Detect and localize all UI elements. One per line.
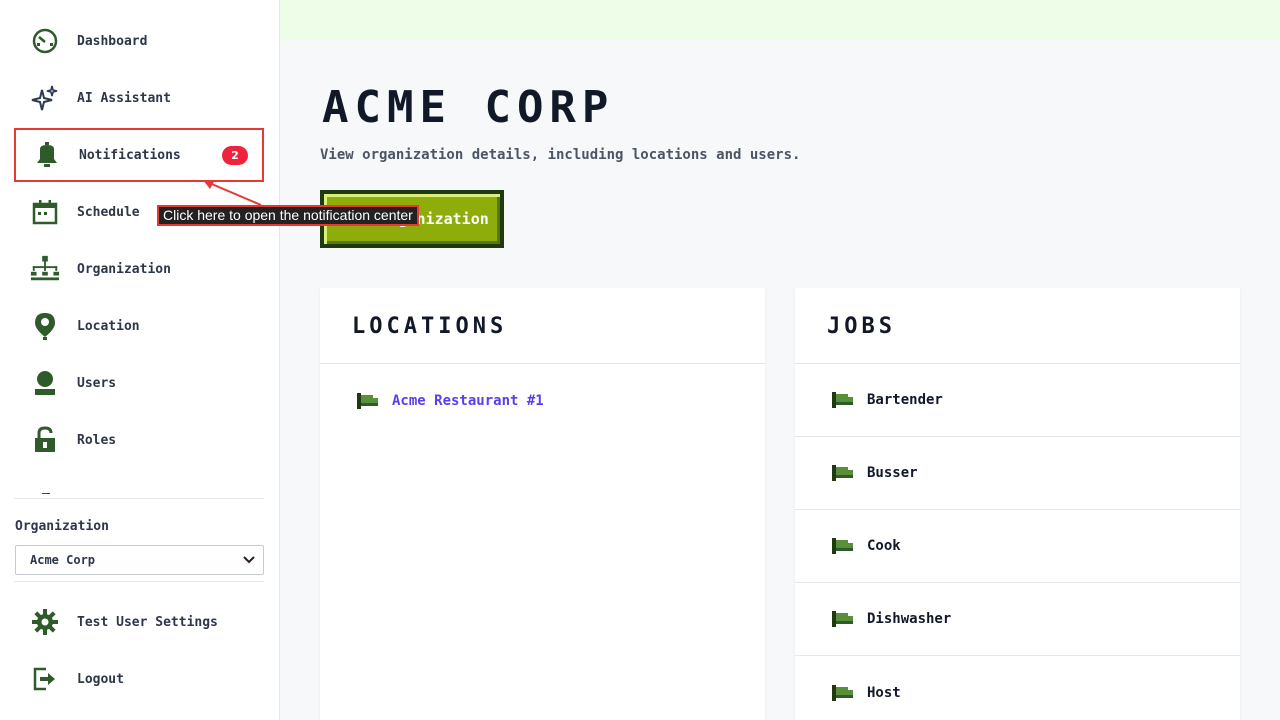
tooltip-arrow: [203, 180, 262, 206]
sidebar-item-label: Schedule: [77, 204, 140, 220]
sidebar-item-location[interactable]: Location: [14, 299, 264, 353]
location-item-icon: [357, 392, 379, 409]
bell-icon: [32, 140, 62, 170]
sidebar-item-dashboard[interactable]: Dashboard: [14, 14, 264, 68]
unlock-icon: [30, 425, 60, 455]
calendar-icon: [30, 197, 60, 227]
organization-select[interactable]: Acme Corp: [15, 545, 264, 575]
sidebar: Dashboard AI Assistant Notifications 2 S…: [0, 0, 280, 720]
sidebar-item-label: Organization: [77, 261, 171, 277]
sidebar-divider: [14, 581, 264, 582]
job-name: Host: [867, 684, 901, 701]
job-item-icon: [832, 684, 854, 701]
job-row-bartender[interactable]: Bartender: [795, 364, 1240, 437]
job-item-icon: [832, 538, 854, 554]
sidebar-item-label: Dashboard: [77, 33, 148, 49]
job-row-busser[interactable]: Busser: [795, 437, 1240, 510]
sidebar-item-label: AI Assistant: [77, 90, 171, 106]
org-chart-icon: [30, 254, 60, 284]
locations-card: Locations Acme Restaurant #1: [320, 288, 765, 720]
map-pin-icon: [30, 311, 60, 341]
sidebar-item-label: Notifications: [79, 147, 181, 163]
user-icon: [30, 368, 60, 398]
chevron-down-icon: [243, 553, 255, 567]
page-subtitle: View organization details, including loc…: [320, 147, 801, 163]
job-name: Bartender: [867, 392, 943, 408]
job-row-cook[interactable]: Cook: [795, 510, 1240, 583]
job-item-icon: [832, 611, 854, 627]
sidebar-item-roles[interactable]: Roles: [14, 413, 264, 467]
job-row-host[interactable]: Host: [795, 656, 1240, 720]
sparkle-icon: [30, 83, 60, 113]
sidebar-item-label: Users: [77, 375, 117, 391]
sidebar-item-test-user-settings[interactable]: Test User Settings: [14, 595, 264, 649]
sidebar-item-label: Roles: [77, 432, 117, 448]
scroll-overflow-hint: [34, 486, 58, 494]
job-row-dishwasher[interactable]: Dishwasher: [795, 583, 1240, 656]
top-banner: [280, 0, 1280, 40]
sidebar-item-label: Location: [77, 318, 140, 334]
sidebar-item-users[interactable]: Users: [14, 356, 264, 410]
page-title: Acme Corp: [322, 82, 615, 133]
sidebar-item-organization[interactable]: Organization: [14, 242, 264, 296]
job-name: Busser: [867, 465, 918, 481]
notification-count-badge: 2: [222, 146, 248, 165]
job-name: Cook: [867, 538, 901, 554]
gear-icon: [30, 607, 60, 637]
location-row[interactable]: Acme Restaurant #1: [320, 364, 765, 437]
locations-card-title: Locations: [352, 314, 508, 339]
organization-select-value: Acme Corp: [30, 553, 96, 567]
dashboard-gauge-icon: [30, 26, 60, 56]
sidebar-item-label: Test User Settings: [77, 614, 218, 630]
jobs-card: Jobs Bartender Busser Cook Dishwasher Ho…: [795, 288, 1240, 720]
sidebar-item-ai-assistant[interactable]: AI Assistant: [14, 71, 264, 125]
location-link[interactable]: Acme Restaurant #1: [392, 393, 544, 409]
logout-icon: [30, 664, 60, 694]
job-item-icon: [832, 392, 854, 408]
jobs-card-title: Jobs: [827, 314, 896, 339]
organization-label: Organization: [15, 519, 109, 534]
sidebar-item-logout[interactable]: Logout: [14, 652, 264, 706]
sidebar-divider: [14, 498, 264, 499]
job-name: Dishwasher: [867, 611, 952, 627]
sidebar-item-label: Logout: [77, 671, 124, 687]
notification-tooltip: Click here to open the notification cent…: [157, 205, 419, 226]
job-item-icon: [832, 465, 854, 481]
